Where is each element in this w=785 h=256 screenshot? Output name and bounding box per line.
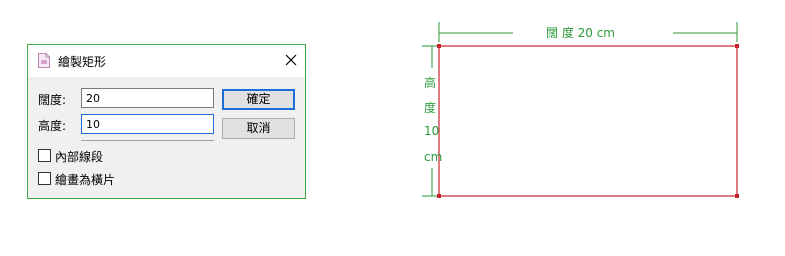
corner-handle-bottom-left[interactable] [437,194,441,198]
corner-handle-top-left[interactable] [437,44,441,48]
corner-handle-top-right[interactable] [735,44,739,48]
corner-handle-bottom-right[interactable] [735,194,739,198]
height-dimension-value: 10 [424,124,440,138]
drawn-rectangle[interactable] [438,45,738,197]
height-dimension-char-2: 度 [424,101,437,115]
width-dimension-label: 闊 度 20 cm [546,26,616,40]
height-dimension-char-1: 高 [424,76,437,90]
drawing-canvas[interactable] [0,0,785,256]
height-dimension-unit: cm [424,150,443,164]
